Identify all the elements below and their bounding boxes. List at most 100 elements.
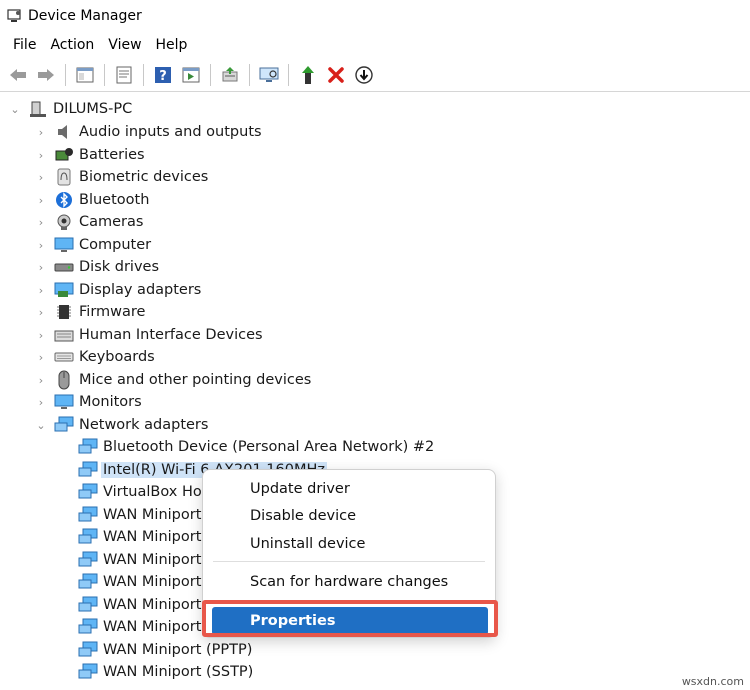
context-scan-hardware[interactable]: Scan for hardware changes — [203, 568, 497, 596]
uninstall-device-icon[interactable] — [324, 63, 348, 87]
tree-item-net-7[interactable]: WAN Miniport — [78, 594, 201, 616]
show-hide-tree-icon[interactable] — [73, 63, 97, 87]
chevron-down-icon[interactable]: ⌄ — [34, 419, 48, 432]
update-driver-icon[interactable] — [218, 63, 242, 87]
context-uninstall-device[interactable]: Uninstall device — [203, 530, 497, 558]
context-item-label: Scan for hardware changes — [250, 574, 449, 590]
properties-toolbar-icon[interactable] — [112, 63, 136, 87]
keyboard-icon — [54, 347, 74, 367]
toolbar: ? — [0, 58, 750, 92]
tree-item-label: WAN Miniport — [103, 507, 202, 523]
tree-item-audio[interactable]: › Audio inputs and outputs — [34, 121, 262, 143]
menu-action[interactable]: Action — [43, 32, 101, 58]
firmware-chip-icon — [54, 302, 74, 322]
chevron-right-icon[interactable]: › — [34, 396, 48, 409]
tree-item-net-6[interactable]: WAN Miniport — [78, 571, 201, 593]
context-item-label: Properties — [250, 613, 336, 629]
tree-item-net-2[interactable]: VirtualBox Host — [78, 481, 215, 503]
toolbar-divider — [104, 63, 105, 86]
chevron-right-icon[interactable]: › — [34, 171, 48, 184]
toolbar-divider — [249, 63, 250, 86]
context-item-label: Uninstall device — [250, 536, 366, 552]
tree-item-label: WAN Miniport — [103, 529, 202, 545]
tree-item-net-10[interactable]: WAN Miniport (SSTP) — [78, 661, 253, 683]
tree-item-biometric[interactable]: › Biometric devices — [34, 166, 208, 188]
chevron-right-icon[interactable]: › — [34, 329, 48, 342]
context-menu: Update driver Disable device Uninstall d… — [202, 469, 496, 638]
menu-file[interactable]: File — [6, 32, 43, 58]
tree-item-bluetooth[interactable]: › Bluetooth — [34, 189, 149, 211]
tree-item-label: Monitors — [79, 394, 142, 410]
hid-icon — [54, 325, 74, 345]
tree-item-net-4[interactable]: WAN Miniport — [78, 526, 201, 548]
tree-item-mice[interactable]: › Mice and other pointing devices — [34, 369, 311, 391]
tree-item-network-adapters[interactable]: ⌄ Network adapters — [34, 414, 208, 436]
network-adapter-icon — [78, 460, 98, 480]
chevron-right-icon[interactable]: › — [34, 374, 48, 387]
chevron-right-icon[interactable]: › — [34, 216, 48, 229]
tree-item-label: Audio inputs and outputs — [79, 124, 262, 140]
chevron-down-icon[interactable]: ⌄ — [8, 103, 22, 116]
help-icon[interactable]: ? — [151, 63, 175, 87]
chevron-right-icon[interactable]: › — [34, 351, 48, 364]
tree-item-label: Computer — [79, 237, 152, 253]
action-pane-icon[interactable] — [179, 63, 203, 87]
chevron-right-icon[interactable]: › — [34, 261, 48, 274]
category-icon — [56, 686, 76, 690]
tree-item-computer[interactable]: › Computer — [34, 234, 151, 256]
tree-item-net-3[interactable]: WAN Miniport — [78, 504, 201, 526]
fingerprint-icon — [54, 167, 74, 187]
chevron-right-icon[interactable]: › — [34, 284, 48, 297]
menu-help[interactable]: Help — [149, 32, 195, 58]
scan-hardware-icon[interactable] — [257, 63, 281, 87]
tree-item-firmware[interactable]: › Firmware — [34, 301, 146, 323]
menu-view[interactable]: View — [101, 32, 148, 58]
toolbar-divider — [65, 63, 66, 86]
tree-root[interactable]: ⌄ DILUMS-PC — [8, 98, 132, 120]
tree-item-net-0[interactable]: Bluetooth Device (Personal Area Network)… — [78, 436, 434, 458]
back-icon[interactable] — [6, 63, 30, 87]
tree-item-net-9[interactable]: WAN Miniport (PPTP) — [78, 639, 252, 661]
enable-device-icon[interactable] — [296, 63, 320, 87]
tree-item-label: Bluetooth Device (Personal Area Network)… — [103, 439, 435, 455]
tree-item-label: Network adapters — [79, 417, 209, 433]
tree-item-label: Mice and other pointing devices — [79, 372, 312, 388]
tree-item-net-8[interactable]: WAN Miniport — [78, 616, 201, 638]
tree-item-partial — [56, 685, 81, 690]
context-disable-device[interactable]: Disable device — [203, 502, 497, 530]
tree-item-label: Display adapters — [79, 282, 202, 298]
toolbar-divider — [288, 63, 289, 86]
chevron-right-icon[interactable]: › — [34, 194, 48, 207]
tree-item-keyboards[interactable]: › Keyboards — [34, 346, 155, 368]
chevron-right-icon[interactable]: › — [34, 306, 48, 319]
tree-item-label: Firmware — [79, 304, 146, 320]
device-manager-icon — [7, 9, 21, 22]
disable-device-icon[interactable] — [352, 63, 376, 87]
network-adapter-icon — [78, 595, 98, 615]
tree-item-hid[interactable]: › Human Interface Devices — [34, 324, 263, 346]
network-adapter-icon — [78, 662, 98, 682]
toolbar-divider — [143, 63, 144, 86]
tree-item-disk-drives[interactable]: › Disk drives — [34, 256, 159, 278]
chevron-right-icon[interactable]: › — [34, 239, 48, 252]
network-adapter-icon — [78, 482, 98, 502]
webcam-icon — [54, 212, 74, 232]
context-update-driver[interactable]: Update driver — [203, 475, 497, 503]
tree-item-batteries[interactable]: › Batteries — [34, 144, 145, 166]
tree-item-label: Bluetooth — [79, 192, 150, 208]
chevron-right-icon[interactable]: › — [34, 126, 48, 139]
tree-item-monitors[interactable]: › Monitors — [34, 391, 142, 413]
context-properties[interactable]: Properties — [212, 607, 488, 635]
tree-item-cameras[interactable]: › Cameras — [34, 211, 143, 233]
chevron-right-icon[interactable]: › — [34, 149, 48, 162]
tree-item-display-adapters[interactable]: › Display adapters — [34, 279, 202, 301]
battery-icon — [54, 145, 74, 165]
tree-item-label: WAN Miniport — [103, 552, 202, 568]
svg-text:?: ? — [159, 69, 167, 84]
network-adapter-icon — [78, 572, 98, 592]
forward-icon[interactable] — [34, 63, 58, 87]
tree-item-label: Cameras — [79, 214, 144, 230]
tree-item-net-5[interactable]: WAN Miniport — [78, 549, 201, 571]
context-item-label: Disable device — [250, 508, 357, 524]
tree-item-label: WAN Miniport — [103, 597, 202, 613]
